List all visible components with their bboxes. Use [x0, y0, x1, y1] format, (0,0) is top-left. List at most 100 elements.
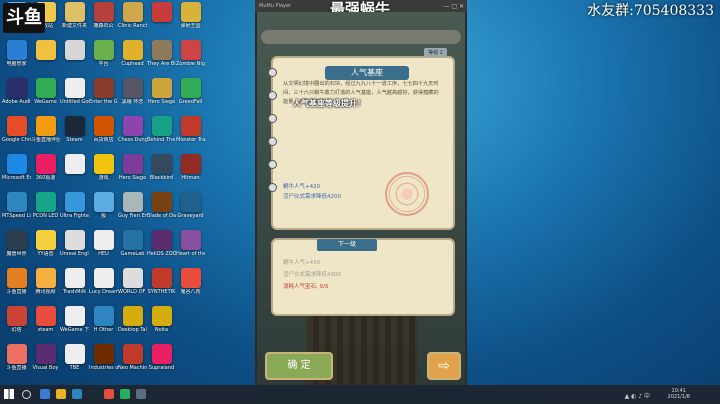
desktop-icon[interactable]: Industries of Titan: [89, 344, 118, 379]
desktop-icon-label: TBE: [69, 365, 80, 371]
desktop-icon[interactable]: TrashMilk: [60, 268, 89, 303]
panel-title: 人气基座: [325, 66, 409, 80]
app-icon: [64, 230, 85, 250]
desktop-icon[interactable]: Neo Machine: [118, 344, 147, 379]
desktop-icon[interactable]: TBE: [60, 344, 89, 379]
desktop-icon[interactable]: H Other: [89, 306, 118, 341]
desktop-icon[interactable]: 平台: [89, 40, 118, 75]
desktop-icon[interactable]: [176, 306, 205, 341]
explorer-icon[interactable]: [56, 389, 66, 399]
chrome-icon[interactable]: [104, 389, 114, 399]
app-icon: [6, 78, 27, 98]
search-icon[interactable]: [22, 390, 31, 399]
desktop-icon[interactable]: [60, 154, 89, 189]
app-icon: [180, 2, 201, 22]
desktop-icon[interactable]: Guy Fieri Emulation: [118, 192, 147, 227]
desktop-icon[interactable]: 斗鱼直播伴侣: [31, 116, 60, 151]
desktop-icon[interactable]: Hitman: [176, 154, 205, 189]
desktop-icon[interactable]: Hero Siege: [118, 154, 147, 189]
desktop-icon-label: Steam: [66, 137, 83, 143]
desktop-icon-label: H Other: [93, 327, 114, 333]
desktop-icon[interactable]: Clinic Rancher: [118, 2, 147, 37]
app-icon: [35, 344, 56, 364]
desktop-icon[interactable]: MTSpeed Lite: [2, 192, 31, 227]
desktop-icon[interactable]: Blade of Darkness: [147, 192, 176, 227]
desktop-icon[interactable]: Cuphead: [118, 40, 147, 75]
tray-icons[interactable]: ▲ ◐ ♪ 中: [625, 391, 650, 400]
clock[interactable]: 10:41 2021/1/8: [668, 388, 690, 400]
desktop-icon[interactable]: HEU: [89, 230, 118, 265]
desktop-icon[interactable]: 黑蛾 怀念: [118, 78, 147, 113]
desktop-icon[interactable]: GreedFall: [176, 78, 205, 113]
next-arrow-button[interactable]: ⇨: [427, 352, 461, 380]
desktop-icon[interactable]: Microsoft Edge: [2, 154, 31, 189]
desktop-icon[interactable]: 弹射王国: [176, 2, 205, 37]
desktop-icon[interactable]: 极: [89, 192, 118, 227]
desktop-icon[interactable]: Behind The Screen: [147, 116, 176, 151]
desktop-icon[interactable]: 新建文件夹: [60, 2, 89, 37]
emulator-window[interactable]: MuMu Player — □ ✕ 最强蜗牛 等级 2 人气基座 从文明幻境中翻…: [255, 0, 467, 388]
desktop-icon[interactable]: 360极速: [31, 154, 60, 189]
game-viewport[interactable]: 等级 2 人气基座 从文明幻境中翻出的石块，经过九九八十一道工序，七七四十九天时…: [257, 12, 465, 388]
desktop-icon[interactable]: 腾讯视频: [31, 268, 60, 303]
desktop-icon-label: MTSpeed Lite: [2, 213, 31, 219]
desktop-icon[interactable]: [31, 40, 60, 75]
app-icon: [122, 154, 143, 174]
desktop-icon[interactable]: 魔兽世界: [2, 230, 31, 265]
desktop-icon[interactable]: 幻塔: [2, 306, 31, 341]
desktop-icon[interactable]: Google Chrome: [2, 116, 31, 151]
desktop-icon[interactable]: Enter the Gungeon: [89, 78, 118, 113]
desktop-icon[interactable]: Blackbird: [147, 154, 176, 189]
confirm-button[interactable]: 确 定: [265, 352, 333, 380]
app-icon: [151, 40, 172, 60]
desktop-icon[interactable]: Visual Boy: [31, 344, 60, 379]
desktop-icon[interactable]: Chess Dungeons: [118, 116, 147, 151]
desktop-icon[interactable]: Steam: [60, 116, 89, 151]
desktop-icon[interactable]: Zombie Night: [176, 40, 205, 75]
start-icon[interactable]: [4, 389, 14, 399]
desktop-icon[interactable]: WeGame: [31, 78, 60, 113]
next-ritual: 活尸仪式需求降低4300: [283, 272, 341, 278]
app-icon: [181, 306, 201, 326]
desktop-icon[interactable]: 斗鱼直播: [2, 268, 31, 303]
edge-icon[interactable]: [72, 389, 82, 399]
desktop-icon[interactable]: [60, 40, 89, 75]
desktop-icon[interactable]: 电脑管家: [2, 40, 31, 75]
app-icon: [64, 116, 85, 136]
app-icon: [122, 268, 143, 288]
desktop-icon[interactable]: [176, 344, 205, 379]
desktop-icon[interactable]: GameLab: [118, 230, 147, 265]
desktop-icon[interactable]: Hero Siege: [147, 78, 176, 113]
desktop-icon[interactable]: HeliOS ZOO: [147, 230, 176, 265]
desktop-icon[interactable]: Untitled Goose: [60, 78, 89, 113]
emulator-taskbar-icon[interactable]: [136, 389, 146, 399]
desktop-icon[interactable]: Graveyard: [176, 192, 205, 227]
desktop-icon[interactable]: 撒森石公: [89, 2, 118, 37]
desktop-icon[interactable]: Heart of the Imperial: [176, 230, 205, 265]
taskview-icon[interactable]: [40, 389, 50, 399]
desktop-icon[interactable]: Lucy Dreaming: [89, 268, 118, 303]
desktop-icon[interactable]: PCDN LED: [31, 192, 60, 227]
desktop-icon[interactable]: They Are Billions: [147, 40, 176, 75]
desktop-icon[interactable]: WeGame 下载: [60, 306, 89, 341]
desktop-icon[interactable]: YY语音: [31, 230, 60, 265]
desktop-icon[interactable]: Ultra Fighter: [60, 192, 89, 227]
desktop-icon[interactable]: Noita: [147, 306, 176, 341]
desktop-icon[interactable]: Desktop Tales: [118, 306, 147, 341]
desktop-icon[interactable]: SYNTHETIK: [147, 268, 176, 303]
desktop-icon[interactable]: Adobe Audition: [2, 78, 31, 113]
desktop-icon[interactable]: [147, 2, 176, 37]
steam-icon[interactable]: [88, 389, 98, 399]
desktop-icon[interactable]: 斗鱼直播: [2, 344, 31, 379]
desktop-icon[interactable]: Unreal Engine: [60, 230, 89, 265]
desktop-icon[interactable]: steam: [31, 306, 60, 341]
desktop-icon[interactable]: 百货商店: [89, 116, 118, 151]
desktop-icon[interactable]: 游戏: [89, 154, 118, 189]
desktop-icon[interactable]: 鬼谷八荒: [176, 268, 205, 303]
desktop-icon[interactable]: Supraland: [147, 344, 176, 379]
desktop-icon[interactable]: WORLD OF HORROR: [118, 268, 147, 303]
desktop-icon-label: Behind The Screen: [147, 137, 176, 143]
desktop-icon[interactable]: Monster Train: [176, 116, 205, 151]
wegame-icon[interactable]: [120, 389, 130, 399]
desktop-icon-label: Adobe Audition: [2, 99, 31, 105]
